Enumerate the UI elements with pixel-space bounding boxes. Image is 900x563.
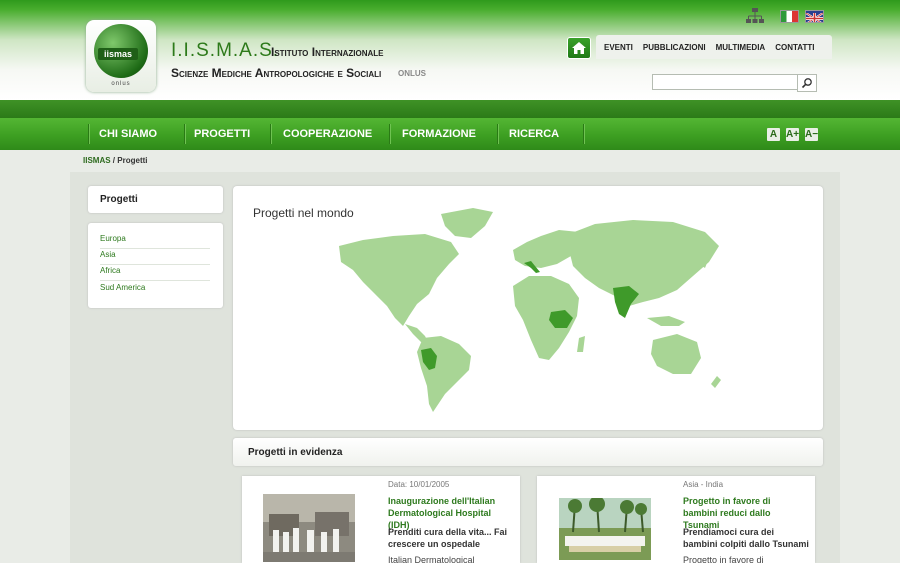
sidebar-menu: Europa Asia Africa Sud America: [88, 223, 223, 308]
breadcrumb-separator: /: [112, 156, 116, 165]
top-nav-multimedia[interactable]: MULTIMEDIA: [716, 43, 766, 52]
sidebar-item-asia[interactable]: Asia: [100, 248, 210, 265]
map-indonesia: [647, 316, 685, 326]
breadcrumb-current: Progetti: [117, 156, 148, 165]
card-1-body: Italian Dermatological: [388, 555, 475, 563]
brand-onlus: ONLUS: [398, 69, 426, 78]
header-divider: [0, 100, 900, 118]
search-button[interactable]: [797, 74, 817, 92]
nav-progetti[interactable]: PROGETTI: [194, 118, 250, 150]
logo-onlus: onlus: [111, 81, 131, 87]
font-decrease-button[interactable]: A−: [805, 128, 818, 141]
brand-line2: Scienze Mediche Antropologiche e Sociali: [171, 66, 382, 80]
search-input[interactable]: [652, 74, 800, 90]
nav-ricerca[interactable]: RICERCA: [509, 118, 559, 150]
top-navigation: EVENTI PUBBLICAZIONI MULTIMEDIA CONTATTI: [596, 35, 832, 59]
top-nav-publications[interactable]: PUBBLICAZIONI: [643, 43, 706, 52]
home-icon: [572, 42, 586, 54]
sidebar-item-sud-america[interactable]: Sud America: [100, 281, 210, 297]
flag-uk-icon[interactable]: [805, 10, 824, 23]
map-north-america: [339, 234, 459, 326]
project-photo-1[interactable]: [263, 494, 355, 562]
breadcrumb-home-link[interactable]: IISMAS: [83, 156, 111, 165]
sidebar-item-europa[interactable]: Europa: [100, 232, 210, 249]
sidebar-item-africa[interactable]: Africa: [100, 264, 210, 281]
world-map[interactable]: [333, 206, 753, 416]
card-1-date: Data: 10/01/2005: [388, 480, 450, 489]
card-2-category: Asia - India: [683, 480, 724, 489]
top-nav-contacts[interactable]: CONTATTI: [775, 43, 814, 52]
globe-icon: iismas: [94, 24, 148, 78]
map-new-zealand: [711, 376, 721, 388]
card-1-subtitle: Prenditi cura della vita... Fai crescere…: [388, 527, 508, 549]
top-nav-events[interactable]: EVENTI: [604, 43, 633, 52]
brand-line1: Istituto Internazionale: [271, 45, 384, 59]
featured-card-1[interactable]: Data: 10/01/2005 Inaugurazione dell'Ital…: [242, 476, 520, 563]
font-normal-button[interactable]: A: [767, 128, 780, 141]
featured-header: Progetti in evidenza: [233, 438, 823, 466]
map-australia: [651, 334, 701, 374]
world-map-panel: Progetti nel mondo: [233, 186, 823, 430]
sitemap-icon[interactable]: [746, 8, 764, 24]
search-icon: [801, 78, 812, 89]
card-2-body: Progetto in favore di: [683, 555, 764, 563]
featured-title: Progetti in evidenza: [248, 447, 343, 458]
map-greenland: [441, 208, 493, 238]
logo-badge: iismas: [98, 48, 138, 60]
font-increase-button[interactable]: A+: [786, 128, 799, 141]
sidebar-header: Progetti: [88, 186, 223, 213]
card-2-subtitle: Prendiamoci cura dei bambini colpiti dal…: [683, 527, 809, 549]
flag-italy-icon[interactable]: [780, 10, 799, 23]
home-button[interactable]: [567, 37, 591, 59]
map-asia: [569, 220, 719, 306]
featured-card-2[interactable]: Asia - India Progetto in favore di bambi…: [537, 476, 815, 563]
sidebar-title: Progetti: [100, 194, 138, 205]
nav-cooperazione[interactable]: COOPERAZIONE: [283, 118, 372, 150]
main-navigation: CHI SIAMO PROGETTI COOPERAZIONE FORMAZIO…: [0, 118, 900, 150]
breadcrumb: IISMAS / Progetti: [83, 156, 148, 165]
nav-formazione[interactable]: FORMAZIONE: [402, 118, 476, 150]
project-photo-2[interactable]: [559, 498, 651, 560]
brand-name: I.I.S.M.A.S.: [171, 40, 280, 61]
nav-chi-siamo[interactable]: CHI SIAMO: [99, 118, 157, 150]
logo[interactable]: iismas onlus: [86, 20, 156, 92]
map-south-america: [417, 336, 471, 412]
map-madagascar: [577, 336, 585, 352]
